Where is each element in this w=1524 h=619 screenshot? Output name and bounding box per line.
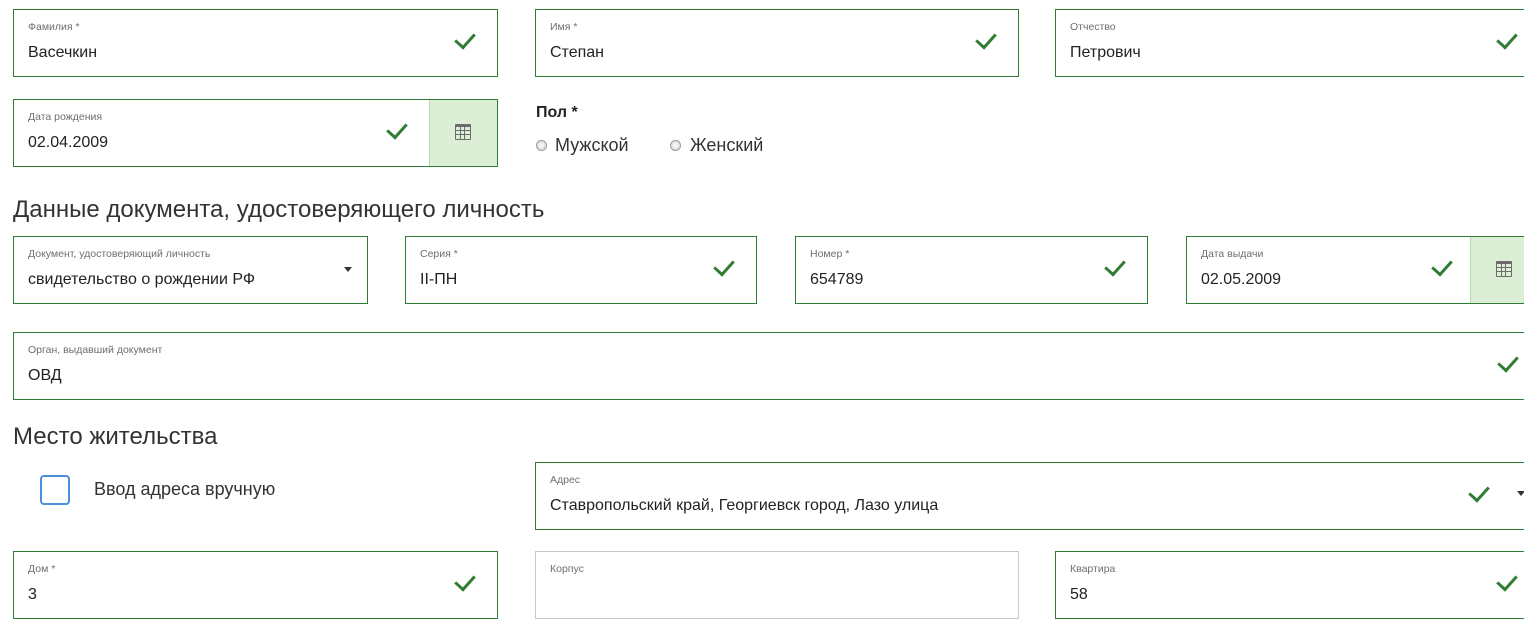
series-field[interactable]: Серия * II-ПН — [405, 236, 757, 304]
check-icon — [1496, 569, 1518, 592]
building-label: Корпус — [550, 563, 584, 575]
check-icon — [454, 569, 476, 592]
document-type-select[interactable]: Документ, удостоверяющий личность свидет… — [13, 236, 368, 304]
issue-date-value[interactable]: 02.05.2009 — [1201, 271, 1281, 289]
calendar-icon — [1496, 261, 1512, 277]
house-value[interactable]: 3 — [28, 586, 37, 604]
first-name-label: Имя * — [550, 21, 578, 33]
gender-male-radio[interactable] — [536, 140, 547, 151]
gender-male-label[interactable]: Мужской — [555, 135, 629, 156]
apartment-value[interactable]: 58 — [1070, 586, 1088, 604]
check-icon — [1104, 254, 1126, 277]
last-name-value[interactable]: Васечкин — [28, 44, 97, 62]
issue-date-label: Дата выдачи — [1201, 248, 1264, 260]
patronymic-value[interactable]: Петрович — [1070, 44, 1141, 62]
address-label: Адрес — [550, 474, 581, 486]
check-icon — [454, 27, 476, 50]
check-icon — [1468, 480, 1490, 503]
check-icon — [386, 117, 408, 140]
apartment-label: Квартира — [1070, 563, 1116, 575]
patronymic-field[interactable]: Отчество Петрович — [1055, 9, 1524, 77]
calendar-icon — [455, 124, 471, 140]
check-icon — [1497, 350, 1519, 373]
gender-female-radio[interactable] — [670, 140, 681, 151]
gender-title: Пол * — [536, 104, 578, 121]
first-name-field[interactable]: Имя * Степан — [535, 9, 1019, 77]
number-field[interactable]: Номер * 654789 — [795, 236, 1148, 304]
birth-date-label: Дата рождения — [28, 111, 103, 123]
check-icon — [975, 27, 997, 50]
issuer-field[interactable]: Орган, выдавший документ ОВД — [13, 332, 1524, 400]
check-icon — [713, 254, 735, 277]
house-label: Дом * — [28, 563, 56, 575]
number-value[interactable]: 654789 — [810, 271, 863, 289]
building-field[interactable]: Корпус — [535, 551, 1019, 619]
last-name-field[interactable]: Фамилия * Васечкин — [13, 9, 498, 77]
birth-date-field[interactable]: Дата рождения 02.04.2009 — [13, 99, 498, 167]
patronymic-label: Отчество — [1070, 21, 1116, 33]
document-section-title: Данные документа, удостоверяющего личнос… — [13, 196, 545, 223]
series-value[interactable]: II-ПН — [420, 271, 457, 289]
house-field[interactable]: Дом * 3 — [13, 551, 498, 619]
number-label: Номер * — [810, 248, 850, 260]
dropdown-caret-icon[interactable] — [344, 267, 352, 272]
manual-address-label[interactable]: Ввод адреса вручную — [94, 479, 275, 500]
series-label: Серия * — [420, 248, 458, 260]
issue-date-field[interactable]: Дата выдачи 02.05.2009 — [1186, 236, 1524, 304]
dropdown-caret-icon[interactable] — [1517, 491, 1524, 496]
address-select[interactable]: Адрес Ставропольский край, Георгиевск го… — [535, 462, 1524, 530]
check-icon — [1431, 254, 1453, 277]
last-name-label: Фамилия * — [28, 21, 80, 33]
first-name-value[interactable]: Степан — [550, 44, 604, 62]
address-value[interactable]: Ставропольский край, Георгиевск город, Л… — [550, 497, 938, 515]
birth-date-value[interactable]: 02.04.2009 — [28, 134, 108, 152]
calendar-button[interactable] — [1470, 237, 1524, 303]
document-type-label: Документ, удостоверяющий личность — [28, 248, 211, 260]
manual-address-checkbox[interactable] — [40, 475, 70, 505]
issuer-label: Орган, выдавший документ — [28, 344, 163, 356]
document-type-value[interactable]: свидетельство о рождении РФ — [28, 271, 255, 289]
gender-female-label[interactable]: Женский — [690, 135, 763, 156]
residence-section-title: Место жительства — [13, 423, 218, 450]
check-icon — [1496, 27, 1518, 50]
apartment-field[interactable]: Квартира 58 — [1055, 551, 1524, 619]
calendar-button[interactable] — [429, 100, 497, 166]
issuer-value[interactable]: ОВД — [28, 367, 62, 385]
